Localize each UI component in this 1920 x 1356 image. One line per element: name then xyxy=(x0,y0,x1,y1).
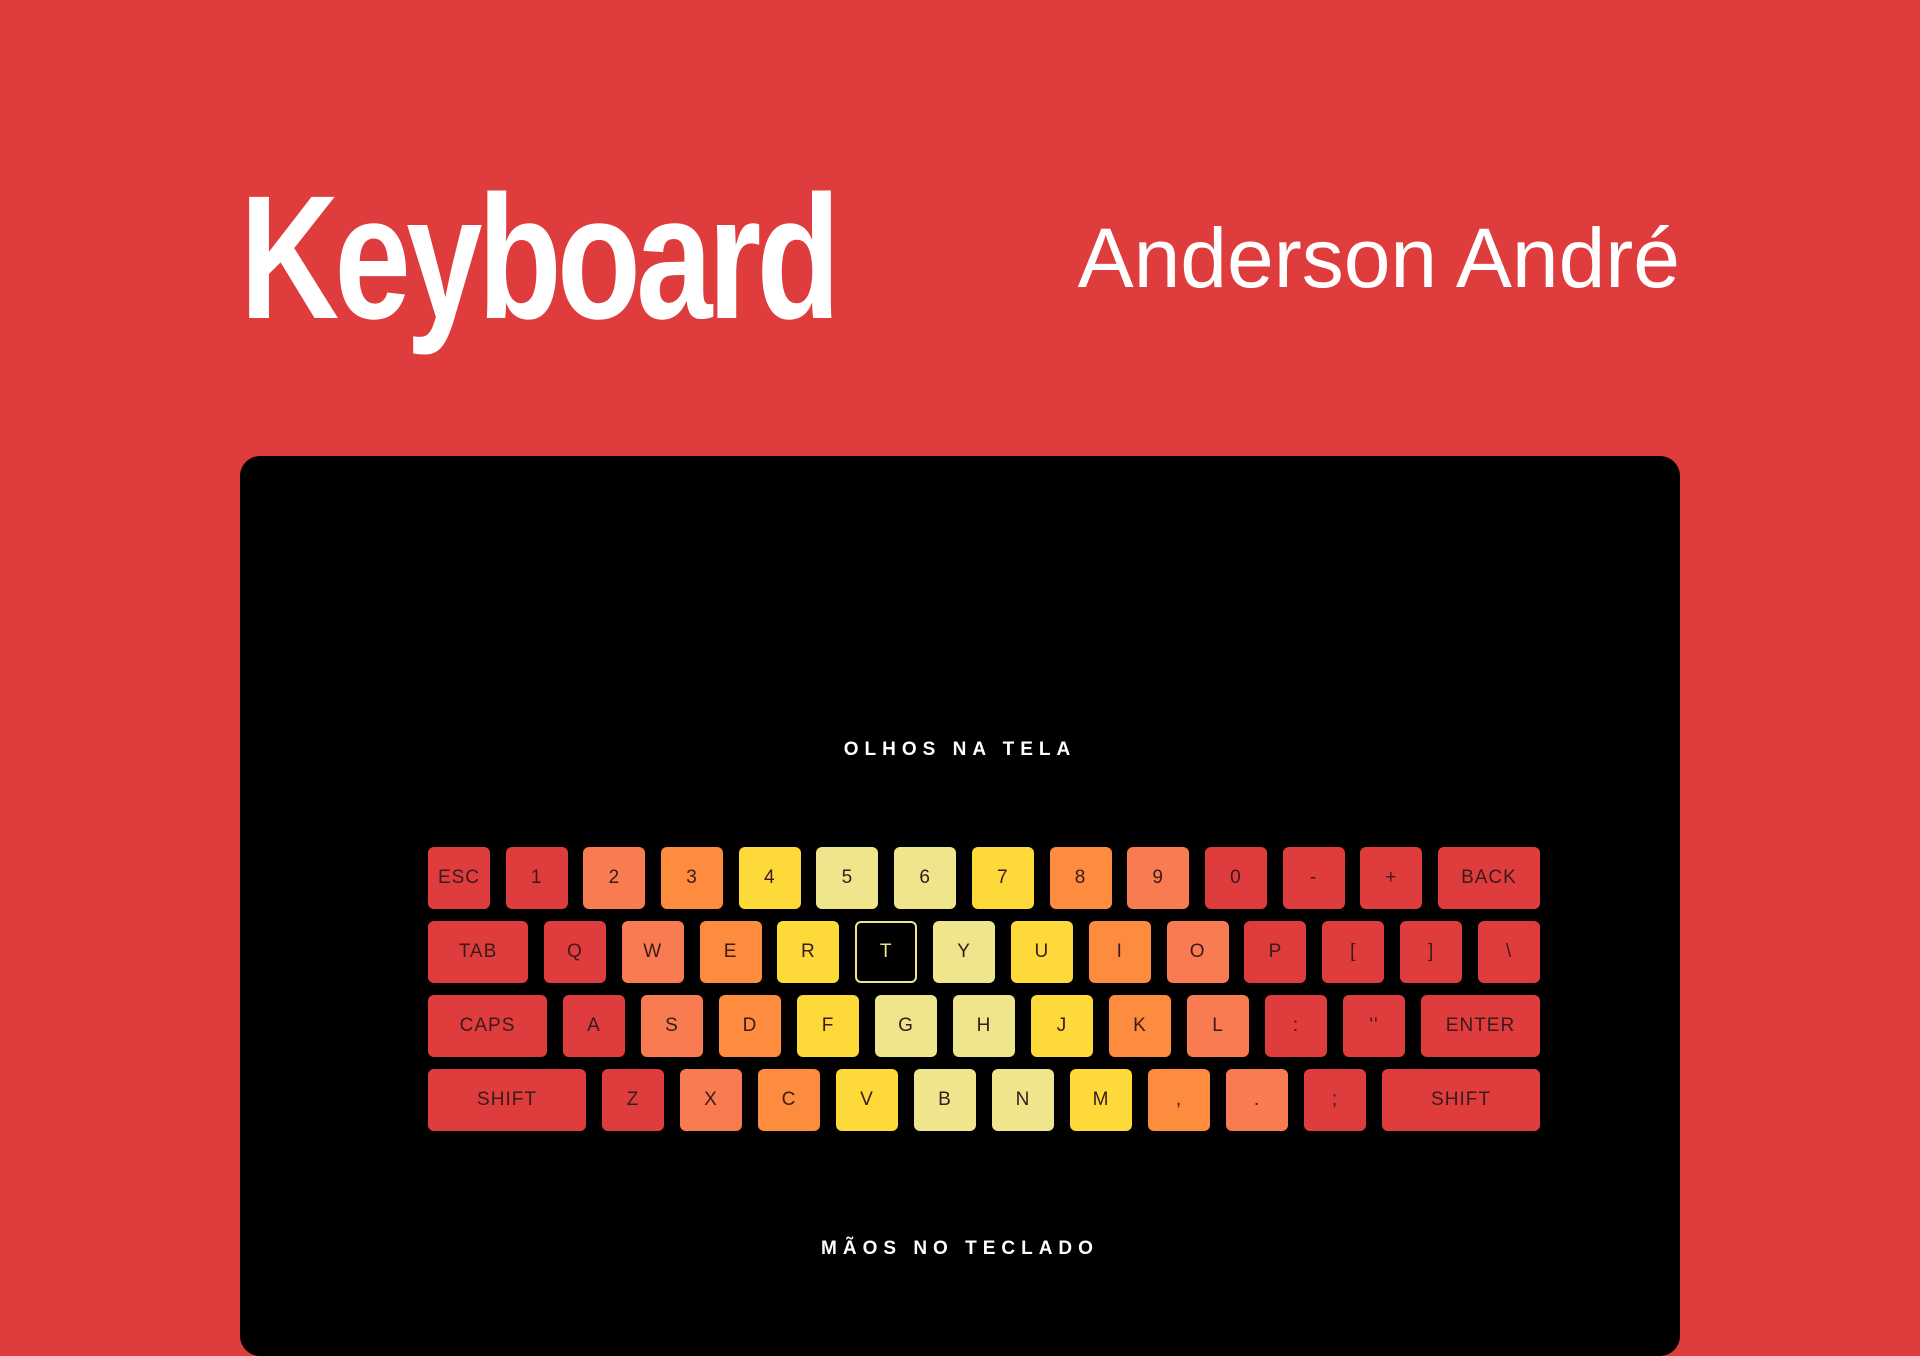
key-n[interactable]: N xyxy=(992,1069,1054,1131)
key-6[interactable]: 6 xyxy=(894,847,957,909)
key-2[interactable]: 2 xyxy=(583,847,646,909)
key-sym1-13[interactable]: \ xyxy=(1477,921,1540,983)
key-enter[interactable]: ENTER xyxy=(1421,995,1540,1057)
key-t[interactable]: T xyxy=(855,921,918,983)
key-c[interactable]: C xyxy=(758,1069,820,1131)
key-sym3-8[interactable]: , xyxy=(1148,1069,1210,1131)
key-sym1-12[interactable]: ] xyxy=(1400,921,1463,983)
bottom-caption: MÃOS NO TECLADO xyxy=(821,1238,1099,1259)
key-esc[interactable]: ESC xyxy=(428,847,490,909)
key-r[interactable]: R xyxy=(777,921,840,983)
keyboard-row: TAB Q W E R T Y U I O P[] \ xyxy=(428,921,1540,983)
key-7[interactable]: 7 xyxy=(971,847,1034,909)
key-3[interactable]: 3 xyxy=(661,847,724,909)
key-back[interactable]: BACK xyxy=(1437,847,1540,909)
key-s[interactable]: S xyxy=(641,995,703,1057)
key-q[interactable]: Q xyxy=(543,921,606,983)
key-4[interactable]: 4 xyxy=(738,847,801,909)
author-name: Anderson André xyxy=(1077,211,1680,305)
key-shift[interactable]: SHIFT xyxy=(1382,1069,1540,1131)
key-f[interactable]: F xyxy=(797,995,859,1057)
key-m[interactable]: M xyxy=(1070,1069,1132,1131)
key-d[interactable]: D xyxy=(719,995,781,1057)
key-v[interactable]: V xyxy=(836,1069,898,1131)
key-1[interactable]: 1 xyxy=(505,847,568,909)
key-h[interactable]: H xyxy=(953,995,1015,1057)
page-title: Keyboard xyxy=(240,160,840,356)
key-shift[interactable]: SHIFT xyxy=(428,1069,586,1131)
key-l[interactable]: L xyxy=(1187,995,1249,1057)
key-k[interactable]: K xyxy=(1109,995,1171,1057)
key-i[interactable]: I xyxy=(1088,921,1151,983)
key-j[interactable]: J xyxy=(1031,995,1093,1057)
key-g[interactable]: G xyxy=(875,995,937,1057)
key-tab[interactable]: TAB xyxy=(428,921,528,983)
virtual-keyboard: ESC 1 2 3 4 5 6 7 8 9 0- + BACK TAB Q W E R T Y U I O P[] \ CAPS A… xyxy=(428,847,1540,1143)
key-caps[interactable]: CAPS xyxy=(428,995,547,1057)
key-5[interactable]: 5 xyxy=(816,847,879,909)
key-b[interactable]: B xyxy=(914,1069,976,1131)
key-sym1-11[interactable]: [ xyxy=(1322,921,1385,983)
key-o[interactable]: O xyxy=(1166,921,1229,983)
key-w[interactable]: W xyxy=(621,921,684,983)
key-8[interactable]: 8 xyxy=(1049,847,1112,909)
key-y[interactable]: Y xyxy=(933,921,996,983)
keyboard-panel: OLHOS NA TELA ESC 1 2 3 4 5 6 7 8 9 0- + BACK TAB Q W E R… xyxy=(240,456,1680,1356)
key-u[interactable]: U xyxy=(1010,921,1073,983)
key-sym2-11[interactable]: '' xyxy=(1343,995,1405,1057)
key-a[interactable]: A xyxy=(563,995,625,1057)
header: Keyboard Anderson André xyxy=(240,160,1680,350)
top-caption: OLHOS NA TELA xyxy=(843,739,1077,760)
key-9[interactable]: 9 xyxy=(1127,847,1190,909)
key-sym2-10[interactable]: : xyxy=(1265,995,1327,1057)
key-sym0-11[interactable]: - xyxy=(1282,847,1345,909)
key-sym0-12[interactable]: + xyxy=(1360,847,1423,909)
key-z[interactable]: Z xyxy=(602,1069,664,1131)
keyboard-row: CAPS A S D F G H J K L: '' ENTER xyxy=(428,995,1540,1057)
key-sym3-9[interactable]: . xyxy=(1226,1069,1288,1131)
keyboard-row: ESC 1 2 3 4 5 6 7 8 9 0- + BACK xyxy=(428,847,1540,909)
keyboard-row: SHIFT Z X C V B N M,.; SHIFT xyxy=(428,1069,1540,1131)
key-0[interactable]: 0 xyxy=(1204,847,1267,909)
key-e[interactable]: E xyxy=(699,921,762,983)
key-sym3-10[interactable]: ; xyxy=(1304,1069,1366,1131)
key-p[interactable]: P xyxy=(1244,921,1307,983)
key-x[interactable]: X xyxy=(680,1069,742,1131)
